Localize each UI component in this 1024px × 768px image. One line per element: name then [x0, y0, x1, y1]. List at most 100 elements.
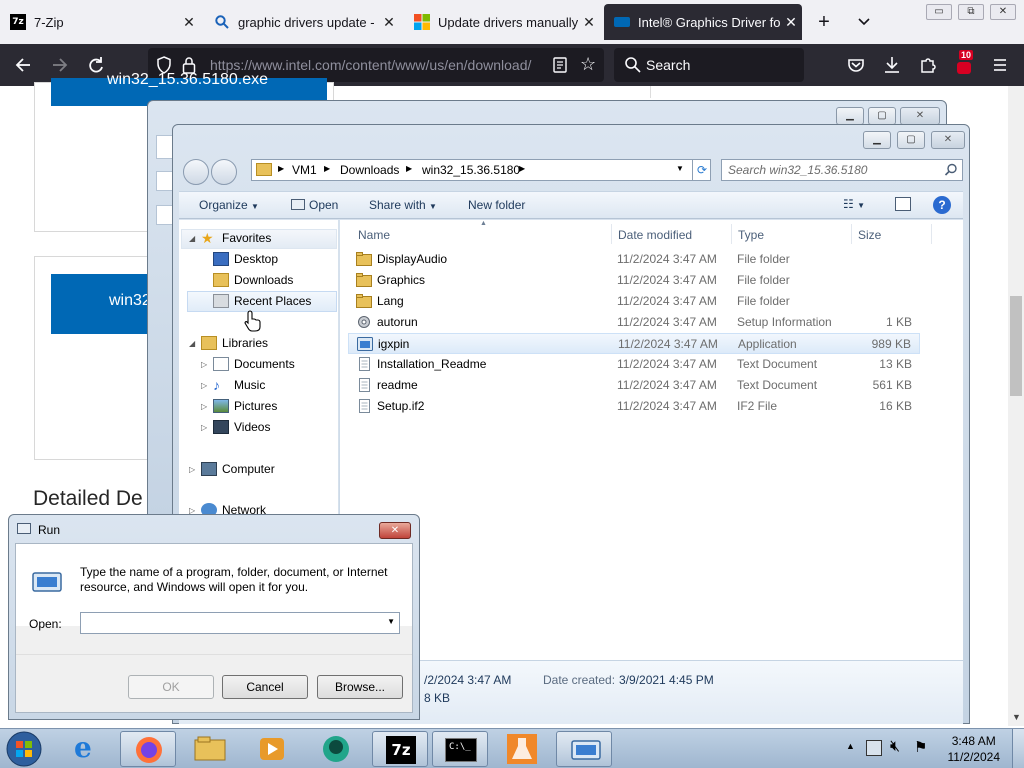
browse-button[interactable]: Browse...: [317, 675, 403, 699]
collapsed-arrow-icon[interactable]: ▷: [189, 465, 199, 474]
file-row[interactable]: igxpin 11/2/2024 3:47 AM Application 989 KB: [348, 333, 920, 354]
cancel-button[interactable]: Cancel: [222, 675, 308, 699]
dropdown-arrow-icon[interactable]: ▼: [387, 617, 395, 626]
breadcrumb-current[interactable]: win32_15.36.5180: [422, 163, 520, 177]
breadcrumb-arrow-icon[interactable]: ▶: [324, 164, 330, 173]
address-bar[interactable]: ▶ VM1 ▶ Downloads ▶ win32_15.36.5180 ▶ ▼…: [251, 159, 711, 181]
file-row[interactable]: readme 11/2/2024 3:47 AM Text Document 561 …: [348, 375, 920, 396]
forward-arrow-icon[interactable]: [48, 53, 72, 77]
tree-computer[interactable]: ▷ Computer: [189, 462, 275, 476]
taskbar-terminal-icon[interactable]: C:\_: [432, 731, 488, 767]
show-hidden-icons-icon[interactable]: ▲: [846, 741, 855, 751]
page-scrollbar[interactable]: ▼: [1008, 86, 1024, 726]
tree-music[interactable]: ▷ ♪ Music: [201, 378, 265, 392]
network-tray-icon[interactable]: [866, 740, 882, 756]
taskbar-media-player-icon[interactable]: [244, 731, 300, 767]
column-header-type[interactable]: Type: [738, 228, 764, 242]
tree-desktop[interactable]: Desktop: [213, 252, 278, 266]
close-window-button[interactable]: ✕: [990, 4, 1016, 20]
back-arrow-icon[interactable]: [11, 53, 35, 77]
minimize-button[interactable]: ▁: [836, 107, 864, 125]
close-button[interactable]: ✕: [379, 522, 411, 539]
extension-shield-icon[interactable]: 10: [952, 49, 976, 77]
collapsed-arrow-icon[interactable]: ▷: [201, 423, 211, 432]
restore-button[interactable]: ⧉: [958, 4, 984, 20]
minimize-button[interactable]: ▁: [863, 131, 891, 149]
system-clock[interactable]: 3:48 AM 11/2/2024: [948, 733, 1001, 765]
open-button[interactable]: Open: [291, 198, 338, 212]
maximize-button[interactable]: ▢: [897, 131, 925, 149]
preview-pane-icon[interactable]: [895, 197, 911, 211]
breadcrumb-vm1[interactable]: VM1: [292, 163, 317, 177]
column-header-date[interactable]: Date modified: [618, 228, 692, 242]
run-dialog[interactable]: Run ✕ Type the name of a program, folder…: [8, 514, 420, 720]
minimize-button[interactable]: ▭: [926, 4, 952, 20]
breadcrumb-downloads[interactable]: Downloads: [340, 163, 399, 177]
file-row[interactable]: DisplayAudio 11/2/2024 3:47 AM File folder: [348, 249, 920, 270]
tab-intel[interactable]: Intel® Graphics Driver for ✕: [604, 4, 802, 40]
organize-button[interactable]: Organize ▼: [199, 198, 259, 212]
taskbar-run-icon[interactable]: [556, 731, 612, 767]
tab-close-icon[interactable]: ✕: [178, 14, 200, 31]
taskbar-internet-explorer-icon[interactable]: e: [62, 731, 118, 767]
bookmark-star-icon[interactable]: ☆: [580, 54, 596, 75]
scrollbar-thumb[interactable]: [1010, 296, 1022, 396]
expanded-arrow-icon[interactable]: ◢: [189, 339, 199, 348]
ok-button[interactable]: OK: [128, 675, 214, 699]
expanded-arrow-icon[interactable]: ◢: [189, 234, 199, 243]
taskbar-flask-icon[interactable]: [494, 731, 550, 767]
taskbar-app-icon[interactable]: [308, 731, 364, 767]
breadcrumb-arrow-icon[interactable]: ▶: [278, 164, 284, 173]
scroll-down-arrow-icon[interactable]: ▼: [1012, 712, 1021, 722]
open-combo-input[interactable]: ▼: [80, 612, 400, 634]
list-tabs-chevron-icon[interactable]: [852, 10, 876, 34]
pocket-icon[interactable]: [844, 53, 868, 77]
tree-pictures[interactable]: ▷ Pictures: [201, 399, 277, 413]
taskbar-7zip-icon[interactable]: 7z: [372, 731, 428, 767]
reload-icon[interactable]: [84, 53, 108, 77]
tree-documents[interactable]: ▷ Documents: [201, 357, 295, 371]
reader-view-icon[interactable]: [552, 56, 568, 77]
tree-favorites[interactable]: ◢ ★ Favorites: [189, 231, 271, 245]
tab-close-icon[interactable]: ✕: [578, 14, 600, 31]
tree-libraries[interactable]: ◢ Libraries: [189, 336, 268, 350]
column-header-name[interactable]: Name: [358, 228, 390, 242]
tab-search[interactable]: graphic drivers update - Se ✕: [204, 0, 400, 44]
help-icon[interactable]: ?: [933, 196, 951, 214]
view-options-icon[interactable]: ☷ ▼: [843, 197, 865, 211]
file-row[interactable]: Graphics 11/2/2024 3:47 AM File folder: [348, 270, 920, 291]
browser-search-input[interactable]: Search: [614, 48, 804, 82]
tree-videos[interactable]: ▷ Videos: [201, 420, 270, 434]
breadcrumb-arrow-icon[interactable]: ▶: [519, 164, 525, 173]
taskbar-firefox-icon[interactable]: [120, 731, 176, 767]
collapsed-arrow-icon[interactable]: ▷: [201, 381, 211, 390]
new-folder-button[interactable]: New folder: [468, 198, 525, 212]
file-row[interactable]: Setup.if2 11/2/2024 3:47 AM IF2 File 16 KB: [348, 396, 920, 417]
breadcrumb-arrow-icon[interactable]: ▶: [406, 164, 412, 173]
new-tab-button[interactable]: +: [812, 10, 836, 34]
collapsed-arrow-icon[interactable]: ▷: [201, 402, 211, 411]
collapsed-arrow-icon[interactable]: ▷: [201, 360, 211, 369]
address-dropdown-icon[interactable]: ▼: [676, 164, 684, 173]
start-button[interactable]: [4, 730, 44, 768]
forward-button[interactable]: [211, 159, 237, 185]
folder-search-input[interactable]: Search win32_15.36.5180: [721, 159, 963, 181]
file-row[interactable]: Lang 11/2/2024 3:47 AM File folder: [348, 291, 920, 312]
file-row[interactable]: Installation_Readme 11/2/2024 3:47 AM Text…: [348, 354, 920, 375]
column-header-size[interactable]: Size: [858, 228, 881, 242]
show-desktop-button[interactable]: [1012, 729, 1024, 768]
taskbar-explorer-icon[interactable]: [182, 731, 238, 767]
tab-close-icon[interactable]: ✕: [780, 14, 802, 31]
back-button[interactable]: [183, 159, 209, 185]
refresh-icon[interactable]: ⟳: [692, 160, 711, 180]
close-button[interactable]: ✕: [900, 107, 940, 125]
downloads-icon[interactable]: [880, 53, 904, 77]
tab-microsoft[interactable]: Update drivers manually in ✕: [404, 0, 600, 44]
volume-muted-icon[interactable]: 🔇︎: [890, 738, 900, 756]
extensions-puzzle-icon[interactable]: [916, 53, 940, 77]
tab-close-icon[interactable]: ✕: [378, 14, 400, 31]
tree-downloads[interactable]: Downloads: [213, 273, 293, 287]
close-button[interactable]: ✕: [931, 131, 965, 149]
tab-7zip[interactable]: 7z 7-Zip ✕: [0, 0, 200, 44]
share-with-button[interactable]: Share with ▼: [369, 198, 437, 212]
